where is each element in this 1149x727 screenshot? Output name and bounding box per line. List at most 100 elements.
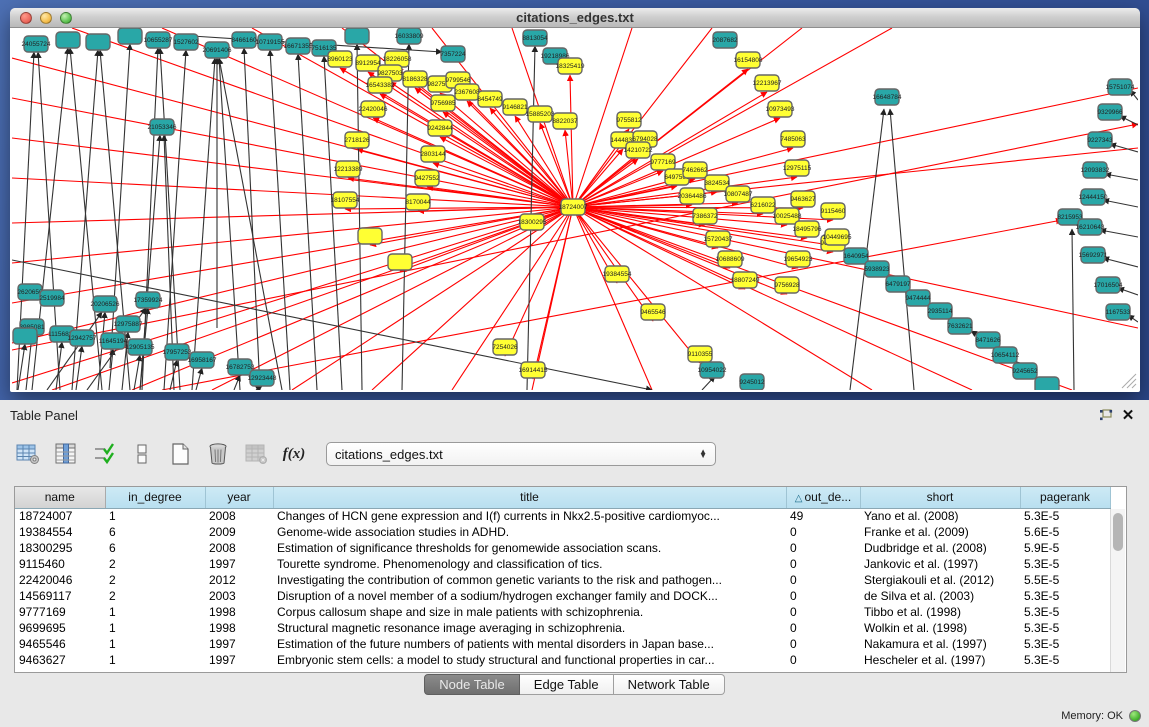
graph-node[interactable] xyxy=(388,254,412,270)
graph-node[interactable]: 5938923 xyxy=(864,261,890,277)
graph-node[interactable]: 20691406 xyxy=(203,42,232,58)
graph-node[interactable]: 2367608 xyxy=(454,84,480,100)
table-cell[interactable]: 1 xyxy=(105,604,205,620)
table-cell[interactable]: 1997 xyxy=(205,652,273,668)
table-row[interactable]: 1938455462009Genome-wide association stu… xyxy=(15,524,1110,540)
graph-node[interactable]: 12093832 xyxy=(1081,162,1110,178)
graph-node[interactable]: 18495796 xyxy=(793,221,822,237)
graph-node[interactable]: 22420046 xyxy=(359,101,388,117)
table-row[interactable]: 1830029562008Estimation of significance … xyxy=(15,540,1110,556)
graph-node[interactable]: 9427552 xyxy=(414,170,440,186)
deselect-rows-icon[interactable] xyxy=(126,439,158,469)
table-cell[interactable]: 18724007 xyxy=(15,508,105,524)
table-cell[interactable]: Tibbo et al. (1998) xyxy=(860,604,1020,620)
graph-edge[interactable] xyxy=(573,88,1138,207)
graph-node[interactable]: 17016504 xyxy=(1094,277,1123,293)
table-cell[interactable]: 1 xyxy=(105,636,205,652)
graph-node[interactable]: 12905135 xyxy=(126,339,155,355)
table-cell[interactable]: 0 xyxy=(786,556,860,572)
graph-edge[interactable] xyxy=(1120,116,1138,125)
window-resize-grip[interactable] xyxy=(1122,374,1136,388)
graph-node[interactable]: 24055724 xyxy=(22,36,51,52)
table-cell[interactable]: 1997 xyxy=(205,556,273,572)
table-cell[interactable]: 1997 xyxy=(205,636,273,652)
graph-edge[interactable] xyxy=(298,54,317,390)
graph-node[interactable]: 21053346 xyxy=(148,119,177,135)
graph-node[interactable]: 15751074 xyxy=(1106,79,1135,95)
graph-edge[interactable] xyxy=(452,207,573,390)
table-cell[interactable]: 0 xyxy=(786,588,860,604)
graph-edge[interactable] xyxy=(1103,258,1138,267)
graph-node[interactable]: 7254026 xyxy=(492,339,518,355)
graph-node[interactable]: 15720437 xyxy=(704,231,733,247)
graph-node[interactable]: 10449695 xyxy=(823,229,852,245)
graph-node[interactable]: 10655287 xyxy=(144,32,173,48)
table-cell[interactable]: 5.3E-5 xyxy=(1020,588,1110,604)
graph-node[interactable]: 14210722 xyxy=(624,142,653,158)
graph-edge[interactable] xyxy=(357,149,573,207)
graph-node[interactable]: 1527602 xyxy=(173,34,199,50)
table-cell[interactable]: 0 xyxy=(786,652,860,668)
table-cell[interactable]: 5.3E-5 xyxy=(1020,556,1110,572)
graph-node[interactable]: 2087682 xyxy=(712,32,738,48)
table-cell[interactable]: 6 xyxy=(105,540,205,556)
graph-edge[interactable] xyxy=(402,44,409,390)
table-row[interactable]: 1456911722003Disruption of a novel membe… xyxy=(15,588,1110,604)
graph-node[interactable]: 8466160 xyxy=(231,32,257,48)
table-cell[interactable]: 5.9E-5 xyxy=(1020,540,1110,556)
table-cell[interactable]: 9463627 xyxy=(15,652,105,668)
function-builder-icon[interactable]: f(x) xyxy=(278,439,310,469)
select-all-rows-icon[interactable] xyxy=(88,439,120,469)
graph-edge[interactable] xyxy=(98,312,105,390)
graph-node[interactable]: 8822037 xyxy=(552,113,578,129)
table-cell[interactable]: Stergiakouli et al. (2012) xyxy=(860,572,1020,588)
table-cell[interactable]: Disruption of a novel member of a sodium… xyxy=(273,588,786,604)
graph-node[interactable]: 2718126 xyxy=(344,132,370,148)
table-cell[interactable]: 1998 xyxy=(205,620,273,636)
column-header-short[interactable]: short xyxy=(860,487,1020,508)
tab-edge-table[interactable]: Edge Table xyxy=(520,674,614,695)
column-header-year[interactable]: year xyxy=(205,487,273,508)
table-cell[interactable]: 6 xyxy=(105,524,205,540)
table-cell[interactable]: 5.3E-5 xyxy=(1020,508,1110,524)
graph-node[interactable]: 9110355 xyxy=(688,346,713,362)
table-cell[interactable]: 5.3E-5 xyxy=(1020,604,1110,620)
table-row[interactable]: 969969511998Structural magnetic resonanc… xyxy=(15,620,1110,636)
graph-node[interactable]: 10719155 xyxy=(256,34,285,50)
graph-edge[interactable] xyxy=(76,346,82,390)
graph-node[interactable]: 9756928 xyxy=(774,277,800,293)
graph-node[interactable]: 9465546 xyxy=(640,304,666,320)
column-header-title[interactable]: title xyxy=(273,487,786,508)
graph-node[interactable]: 9242844 xyxy=(427,120,453,136)
graph-node[interactable]: 6216022 xyxy=(750,197,776,213)
table-cell[interactable]: Estimation of the future numbers of pati… xyxy=(273,636,786,652)
graph-node[interactable]: 9777169 xyxy=(650,154,676,170)
graph-node[interactable]: 10688609 xyxy=(716,251,745,267)
table-cell[interactable]: 2 xyxy=(105,572,205,588)
table-cell[interactable]: 2012 xyxy=(205,572,273,588)
table-cell[interactable]: 2003 xyxy=(205,588,273,604)
table-cell[interactable]: 9465546 xyxy=(15,636,105,652)
graph-node[interactable]: 9227343 xyxy=(1087,132,1113,148)
table-row[interactable]: 911546021997Tourette syndrome. Phenomeno… xyxy=(15,556,1110,572)
table-cell[interactable]: Jankovic et al. (1997) xyxy=(860,556,1020,572)
table-cell[interactable]: 9777169 xyxy=(15,604,105,620)
graph-node[interactable]: 2935114 xyxy=(928,303,953,319)
graph-node[interactable]: 11645194 xyxy=(99,333,128,349)
tab-network-table[interactable]: Network Table xyxy=(614,674,725,695)
graph-node[interactable]: 7632621 xyxy=(947,318,973,334)
graph-node[interactable]: 16671355 xyxy=(284,38,313,54)
graph-node[interactable]: 12975887 xyxy=(114,316,143,332)
graph-node[interactable]: 12444150 xyxy=(1079,189,1108,205)
graph-node[interactable]: 16543382 xyxy=(366,77,395,93)
graph-node[interactable]: 15885203 xyxy=(526,106,555,122)
table-cell[interactable]: Tourette syndrome. Phenomenology and cla… xyxy=(273,556,786,572)
graph-edge[interactable] xyxy=(12,178,573,207)
graph-edge[interactable] xyxy=(357,44,362,390)
graph-node[interactable]: 7386372 xyxy=(692,208,718,224)
close-panel-icon[interactable]: ✕ xyxy=(1117,406,1139,424)
graph-edge[interactable] xyxy=(533,207,573,379)
graph-node[interactable] xyxy=(1035,377,1059,390)
graph-edge[interactable] xyxy=(400,207,573,271)
table-cell[interactable]: 0 xyxy=(786,604,860,620)
